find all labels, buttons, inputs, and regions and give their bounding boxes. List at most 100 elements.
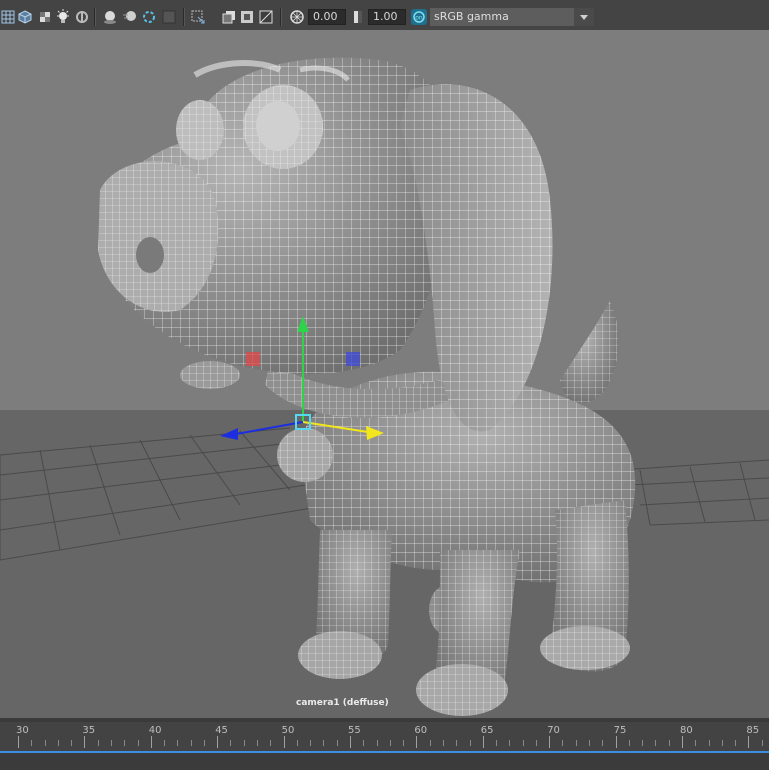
timeline-major-tick	[18, 736, 19, 748]
exposure-icon[interactable]	[289, 9, 305, 25]
timeline-minor-tick	[721, 740, 723, 746]
timeline-major-tick	[615, 736, 617, 748]
timeline-minor-tick	[602, 740, 604, 746]
xy-plane-handle	[346, 352, 360, 366]
timeline-minor-tick	[522, 740, 524, 746]
checker-cube-icon[interactable]	[37, 9, 53, 25]
timeline-minor-tick	[429, 740, 431, 746]
timeline-tick-label: 80	[680, 725, 693, 736]
timeline-minor-tick	[257, 740, 259, 746]
timeline-minor-tick	[708, 740, 710, 746]
shadow-icon[interactable]	[74, 9, 90, 25]
timeline-minor-tick	[642, 740, 644, 746]
timeline-minor-tick	[110, 740, 112, 746]
timeline-tick-label: 70	[547, 725, 560, 736]
dog-front-leg-right	[416, 550, 520, 716]
timeline-minor-tick	[589, 740, 591, 746]
toolbar-separator	[94, 8, 96, 26]
grid-icon[interactable]	[0, 9, 16, 25]
timeline-tick-label: 40	[148, 725, 162, 736]
timeline-major-tick	[416, 736, 418, 748]
timeline-minor-tick	[296, 740, 298, 746]
camera-label: camera1 (deffuse)	[296, 698, 389, 708]
timeline-tick-label: 60	[414, 725, 428, 736]
timeline-minor-tick	[336, 740, 338, 746]
timeline-minor-tick	[695, 740, 697, 746]
timeline-minor-tick	[124, 740, 126, 746]
timeline-lower-strip	[0, 753, 769, 770]
timeline-major-tick	[217, 736, 219, 748]
wireframe-on-shaded-icon[interactable]	[258, 9, 274, 25]
timeline-minor-tick	[403, 740, 405, 746]
anti-alias-icon[interactable]	[141, 9, 157, 25]
timeline-minor-tick	[243, 740, 245, 746]
chevron-down-icon[interactable]	[574, 8, 594, 26]
dog-tail	[560, 300, 619, 404]
timeline-minor-tick	[376, 740, 378, 746]
timeline-major-tick	[84, 736, 86, 748]
timeline-minor-tick	[190, 740, 192, 746]
timeline-tick-label: 45	[215, 725, 228, 736]
exposure-field[interactable]: 0.00	[308, 9, 346, 25]
timeline-minor-tick	[323, 740, 325, 746]
color-management-icon[interactable]: on	[411, 9, 427, 25]
scene-canvas	[0, 57, 769, 716]
timeline-minor-tick	[97, 740, 99, 746]
isolate-select-icon[interactable]	[161, 9, 177, 25]
svg-text:on: on	[415, 15, 423, 22]
dog-front-leg-left	[298, 530, 392, 679]
timeline-minor-tick	[575, 740, 577, 746]
timeline-tick-label: 75	[613, 725, 627, 736]
timeline-minor-tick	[31, 740, 33, 746]
timeline-minor-tick	[363, 740, 365, 746]
timeline-tick-label: 65	[480, 725, 494, 736]
timeline-minor-tick	[137, 740, 139, 746]
color-space-dropdown[interactable]: sRGB gamma	[430, 8, 594, 26]
xray-icon[interactable]	[190, 9, 206, 25]
xray-component-icon[interactable]	[239, 9, 255, 25]
timeline-minor-tick	[535, 740, 537, 746]
timeline-minor-tick	[57, 740, 59, 746]
3d-viewport[interactable]: camera1 (deffuse)	[0, 30, 769, 718]
timeline-minor-tick	[496, 740, 498, 746]
gamma-icon[interactable]	[350, 9, 366, 25]
ambient-occlusion-icon[interactable]	[102, 9, 118, 25]
wireframe-cube-icon[interactable]	[17, 9, 33, 25]
timeline-minor-tick	[44, 740, 46, 746]
timeline-tick-label: 55	[348, 725, 361, 736]
timeline-minor-tick	[655, 740, 657, 746]
timeline-major-tick	[549, 736, 551, 748]
timeline-major-tick	[482, 736, 484, 748]
timeline-minor-tick	[164, 740, 166, 746]
timeline-minor-tick	[456, 740, 458, 746]
timeline-minor-tick	[761, 740, 763, 746]
timeline-minor-tick	[562, 740, 564, 746]
timeline-major-tick	[350, 736, 351, 748]
time-slider[interactable]: 30 35 40 45 50 55 60 65 70 75 80 85	[0, 718, 769, 770]
yz-plane-handle	[246, 352, 260, 366]
light-bulb-icon[interactable]	[55, 9, 71, 25]
timeline-minor-tick	[469, 740, 471, 746]
color-space-label: sRGB gamma	[434, 10, 509, 23]
panel-toolbar: 0.00 1.00 on sRGB gamma	[0, 0, 769, 34]
timeline-minor-tick	[177, 740, 179, 746]
timeline-minor-tick	[442, 740, 444, 746]
timeline-border	[0, 718, 769, 722]
timeline-minor-tick	[71, 740, 73, 746]
timeline-minor-tick	[203, 740, 205, 746]
timeline-minor-tick	[735, 740, 737, 746]
timeline-minor-tick	[509, 740, 511, 746]
dog-head	[98, 57, 453, 389]
gamma-field[interactable]: 1.00	[368, 9, 406, 25]
timeline-minor-tick	[389, 740, 391, 746]
timeline-tick-label: 50	[281, 725, 295, 736]
timeline-major-tick	[682, 736, 683, 748]
timeline-minor-tick	[668, 740, 670, 746]
timeline-tick-label: 30	[16, 725, 29, 736]
toolbar-separator	[183, 8, 185, 26]
timeline-minor-tick	[310, 740, 312, 746]
timeline-major-tick	[283, 736, 285, 748]
motion-blur-icon[interactable]	[122, 9, 138, 25]
timeline-major-tick	[150, 736, 152, 748]
xray-joints-icon[interactable]	[221, 9, 237, 25]
